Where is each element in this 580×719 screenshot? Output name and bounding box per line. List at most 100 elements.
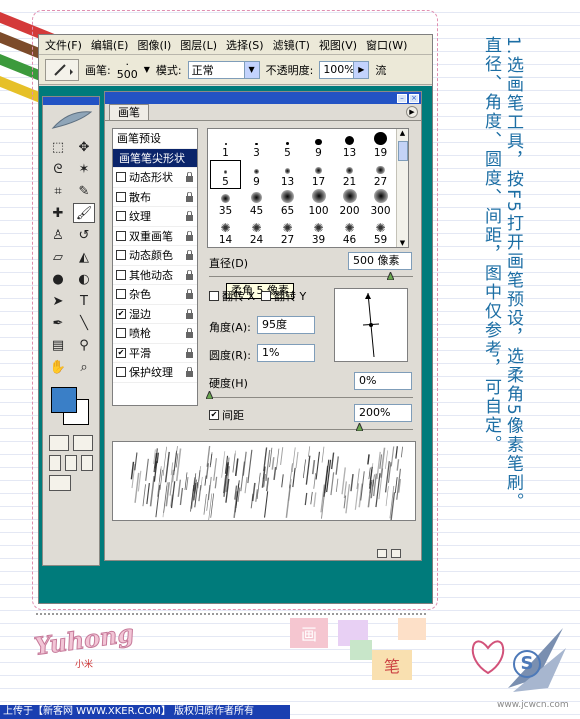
menu-select[interactable]: 选择(S) xyxy=(226,37,264,53)
brush-option-8[interactable]: ✔ 湿边 xyxy=(113,305,197,324)
option-checkbox[interactable]: ✔ xyxy=(116,308,126,319)
spacing-input[interactable]: 200% xyxy=(354,404,412,422)
brush-option-2[interactable]: 散布 xyxy=(113,188,197,207)
brush-option-10[interactable]: ✔ 平滑 xyxy=(113,344,197,363)
option-checkbox[interactable] xyxy=(116,191,126,202)
option-checkbox[interactable] xyxy=(116,367,126,378)
lock-icon[interactable] xyxy=(185,211,194,221)
jump-to-imageready-icon[interactable] xyxy=(49,475,71,491)
brush-option-9[interactable]: 喷枪 xyxy=(113,324,197,344)
brush-preset-splatter[interactable]: ✺ 59 xyxy=(365,218,396,247)
palette-menu-icon[interactable]: ▶ xyxy=(406,106,418,118)
full-screen-menu-icon[interactable] xyxy=(65,455,77,471)
full-screen-icon[interactable] xyxy=(81,455,93,471)
brush-preset-hard[interactable]: 3 xyxy=(241,131,272,160)
type-tool-icon[interactable]: T xyxy=(73,291,95,311)
brush-option-4[interactable]: 双重画笔 xyxy=(113,227,197,246)
brush-preset-soft[interactable]: 35 xyxy=(210,189,241,218)
line-tool-icon[interactable]: ╲ xyxy=(73,313,95,333)
menu-filter[interactable]: 滤镜(T) xyxy=(273,37,310,53)
foreground-color-swatch[interactable] xyxy=(51,387,77,413)
palette-titlebar[interactable]: – × xyxy=(105,92,421,104)
hardness-slider-thumb[interactable] xyxy=(206,391,213,399)
brush-size-picker[interactable]: · 500 xyxy=(117,59,138,80)
path-selection-tool-icon[interactable]: ➤ xyxy=(47,291,69,311)
option-checkbox[interactable] xyxy=(116,328,126,339)
minimize-icon[interactable]: – xyxy=(397,93,407,103)
roundness-input[interactable]: 1% xyxy=(257,344,315,362)
menu-image[interactable]: 图像(I) xyxy=(137,37,171,53)
pen-tool-icon[interactable]: ✒ xyxy=(47,313,69,333)
brush-preset-soft[interactable]: 300 xyxy=(365,189,396,218)
brush-preset-splatter[interactable]: ✺ 14 xyxy=(210,218,241,247)
lock-icon[interactable] xyxy=(185,191,194,202)
quick-mask-mode-icon[interactable] xyxy=(73,435,93,451)
brush-preset-hard[interactable]: 5 xyxy=(272,131,303,160)
close-icon[interactable]: × xyxy=(409,93,419,103)
flip-x-checkbox[interactable] xyxy=(209,291,219,301)
brush-tool-icon[interactable]: 🖌 xyxy=(73,203,95,223)
healing-brush-tool-icon[interactable]: ✚ xyxy=(47,203,69,223)
presets-scrollbar[interactable]: ▲ ▼ xyxy=(396,129,408,247)
clone-stamp-tool-icon[interactable]: ♙ xyxy=(47,225,69,245)
brush-preset-soft[interactable]: 5 xyxy=(210,160,241,189)
brush-preset-soft[interactable]: 45 xyxy=(241,189,272,218)
lock-icon[interactable] xyxy=(185,172,194,182)
brush-preset-splatter[interactable]: ✺ 46 xyxy=(334,218,365,247)
scroll-down-icon[interactable]: ▼ xyxy=(397,239,408,247)
brush-preset-soft[interactable]: 200 xyxy=(334,189,365,218)
angle-roundness-widget[interactable] xyxy=(334,288,408,362)
brush-preset-soft[interactable]: 13 xyxy=(272,160,303,189)
menu-file[interactable]: 文件(F) xyxy=(45,37,82,53)
option-checkbox[interactable] xyxy=(116,289,126,300)
notes-tool-icon[interactable]: ▤ xyxy=(47,335,69,355)
lock-icon[interactable] xyxy=(185,230,194,241)
mode-select[interactable]: 正常 ▼ xyxy=(187,60,260,79)
paint-bucket-tool-icon[interactable]: ◭ xyxy=(73,247,95,267)
spacing-slider-thumb[interactable] xyxy=(356,423,363,431)
lock-icon[interactable] xyxy=(185,367,194,377)
brush-preset-splatter[interactable]: ✺ 24 xyxy=(241,218,272,247)
opacity-input[interactable]: 100% ▶ xyxy=(319,60,370,79)
option-checkbox[interactable] xyxy=(116,230,126,241)
diameter-slider-thumb[interactable] xyxy=(387,272,394,280)
scrollbar-thumb[interactable] xyxy=(398,141,408,161)
brush-option-5[interactable]: 动态颜色 xyxy=(113,246,197,266)
brush-option-3[interactable]: 纹理 xyxy=(113,207,197,227)
trash-icon[interactable] xyxy=(391,548,401,558)
brush-preset-soft[interactable]: 65 xyxy=(272,189,303,218)
brush-preset-hard[interactable]: 19 xyxy=(365,131,396,160)
brush-preset-soft[interactable]: 9 xyxy=(241,160,272,189)
brush-presets-header[interactable]: 画笔预设 xyxy=(113,129,197,149)
brush-option-1[interactable]: 动态形状 xyxy=(113,168,197,188)
menu-edit[interactable]: 编辑(E) xyxy=(91,37,129,53)
brush-preset-splatter[interactable]: ✺ 39 xyxy=(303,218,334,247)
lock-icon[interactable] xyxy=(185,308,194,319)
option-checkbox[interactable]: ✔ xyxy=(116,347,126,358)
spacing-checkbox[interactable]: ✔ xyxy=(209,410,219,420)
option-checkbox[interactable] xyxy=(116,250,126,261)
brush-option-11[interactable]: 保护纹理 xyxy=(113,363,197,383)
brush-preset-splatter[interactable]: ✺ 27 xyxy=(272,218,303,247)
brush-option-0[interactable]: 画笔笔尖形状 xyxy=(113,148,197,168)
flip-y-checkbox[interactable] xyxy=(261,291,272,301)
crop-tool-icon[interactable]: ⌗ xyxy=(47,181,69,201)
eraser-tool-icon[interactable]: ▱ xyxy=(47,247,69,267)
brush-preset-soft[interactable]: 21 xyxy=(334,160,365,189)
history-brush-tool-icon[interactable]: ↺ xyxy=(73,225,95,245)
standard-mode-icon[interactable] xyxy=(49,435,69,451)
diameter-input[interactable]: 500 像素 xyxy=(348,252,412,270)
brush-preset-hard[interactable]: 9 xyxy=(303,131,334,160)
option-checkbox[interactable] xyxy=(116,269,126,280)
brush-preset-hard[interactable]: 1 xyxy=(210,131,241,160)
menu-view[interactable]: 视图(V) xyxy=(319,37,357,53)
brush-preset-soft[interactable]: 27 xyxy=(365,160,396,189)
lock-icon[interactable] xyxy=(185,289,194,299)
toolbox-titlebar[interactable] xyxy=(43,97,99,105)
option-checkbox[interactable] xyxy=(116,172,126,183)
zoom-tool-icon[interactable]: ⌕ xyxy=(73,357,95,377)
menu-window[interactable]: 窗口(W) xyxy=(366,37,407,53)
scroll-up-icon[interactable]: ▲ xyxy=(397,129,408,137)
dodge-tool-icon[interactable]: ◐ xyxy=(73,269,95,289)
marquee-tool-icon[interactable]: ⬚ xyxy=(47,137,69,157)
